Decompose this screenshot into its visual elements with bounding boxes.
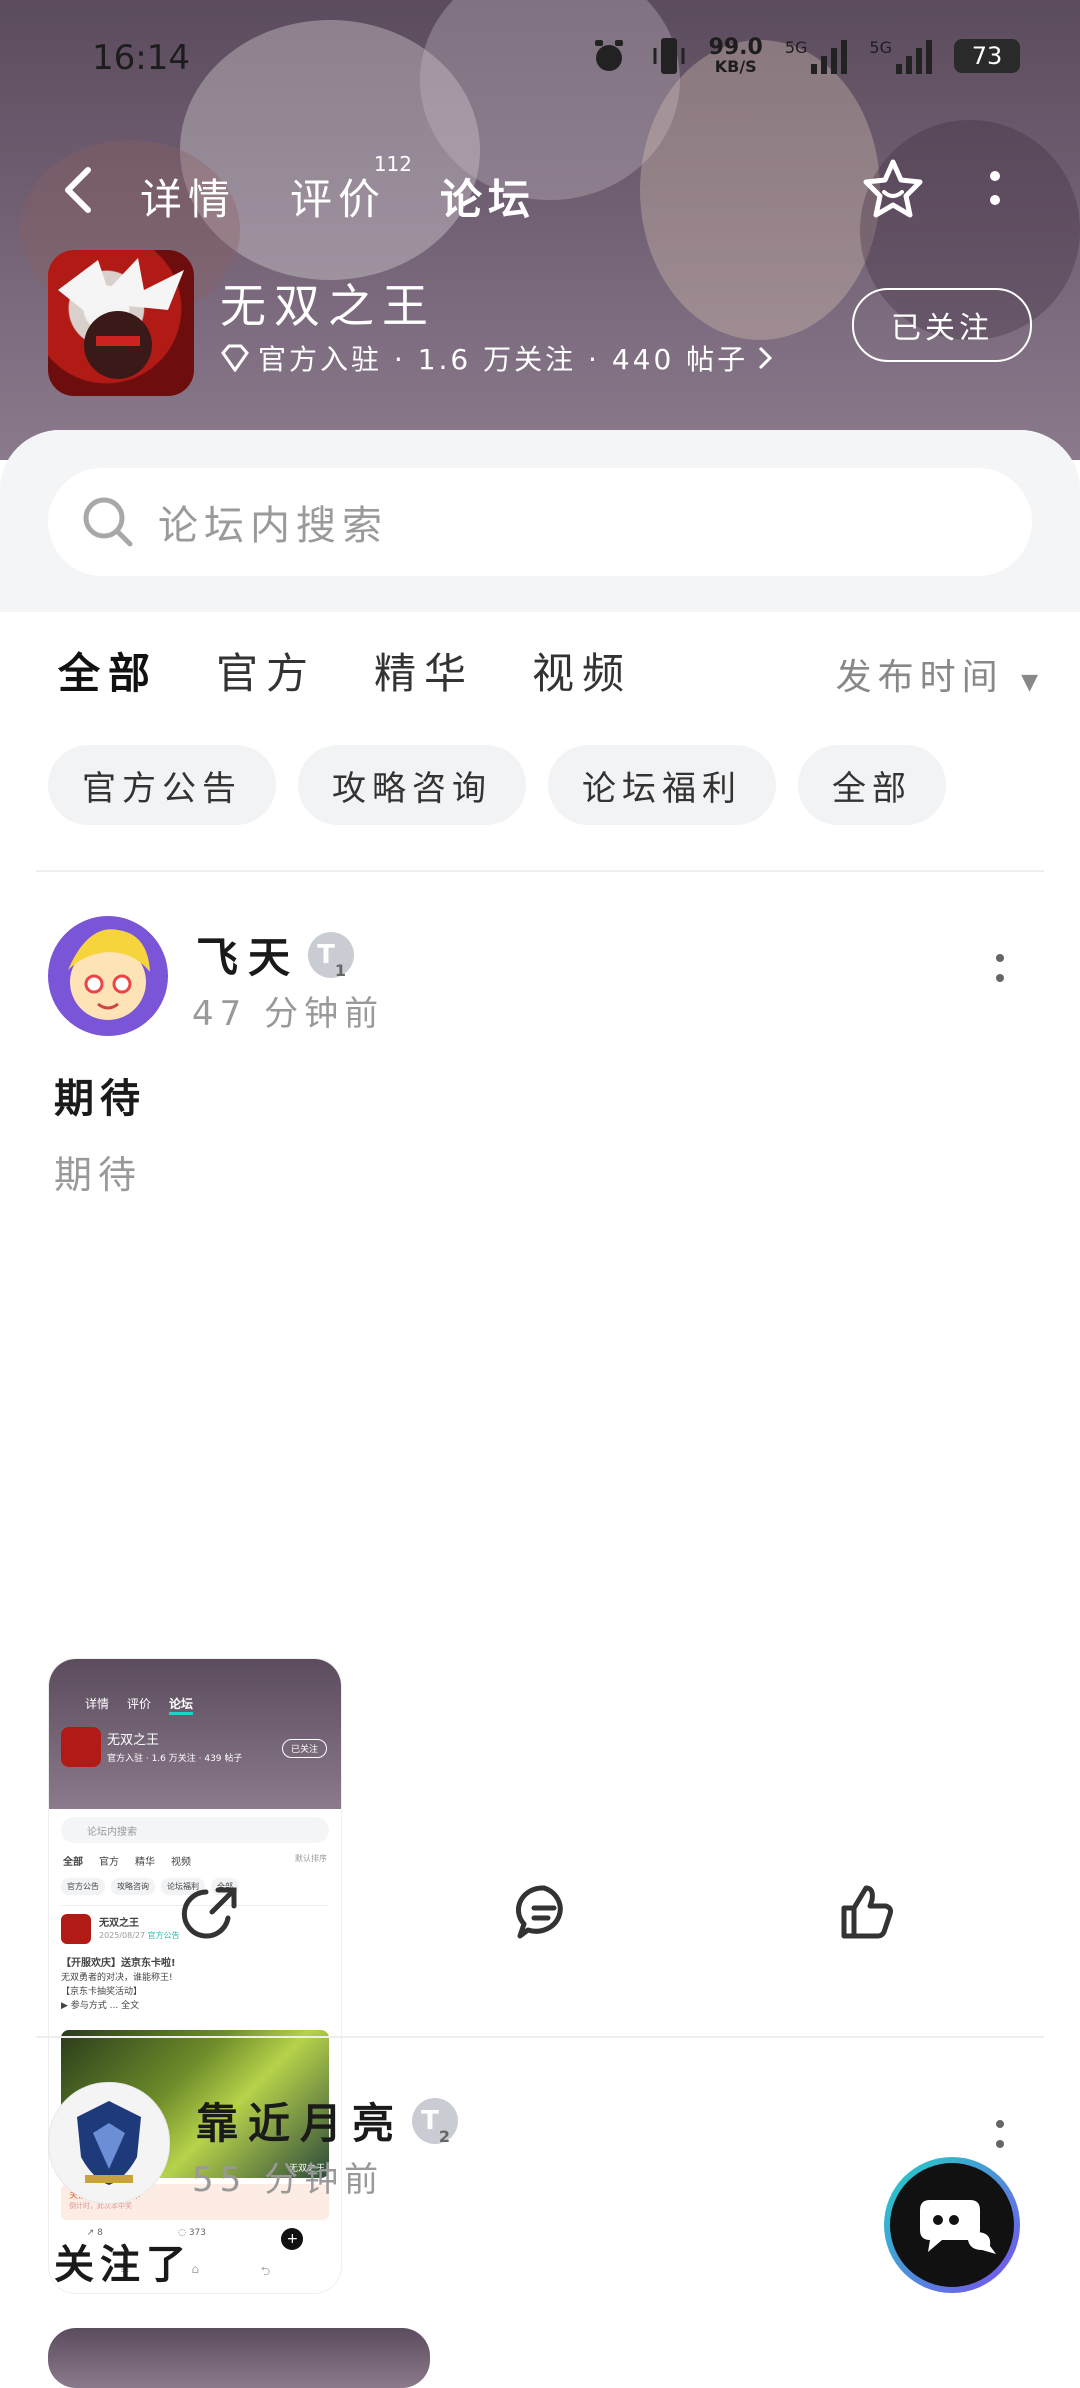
thumb-header: 详情 评价 论坛 无双之王 官方入驻 · 1.6 万关注 · 439 帖子 已关… [49, 1659, 341, 1809]
reviews-count-badge: 112 [373, 152, 413, 176]
comment-icon[interactable] [512, 1880, 576, 1944]
search-area: 论坛内搜索 [0, 430, 1080, 612]
post-author[interactable]: 飞天 T1 [196, 924, 355, 985]
post-image[interactable] [48, 2328, 430, 2388]
divider [36, 870, 1044, 872]
follow-button[interactable]: 已关注 [852, 288, 1032, 362]
caret-down-icon: ▼ [1021, 670, 1044, 695]
signal-sim1-icon: 5G [785, 38, 848, 74]
chip-all[interactable]: 全部 [798, 745, 946, 825]
post-title: 期待 [54, 1076, 146, 1122]
filter-tab-video[interactable]: 视频 [532, 640, 632, 701]
favorite-star-icon[interactable] [860, 156, 926, 222]
chat-fab-icon[interactable] [872, 2150, 1032, 2300]
post-body: 期待 [54, 1153, 143, 1197]
back-icon[interactable] [56, 162, 104, 218]
sort-dropdown[interactable]: 发布时间 ▼ [836, 648, 1044, 700]
alarm-icon [594, 40, 623, 71]
post-author[interactable]: 靠近月亮 T2 [196, 2090, 459, 2151]
chip-benefits[interactable]: 论坛福利 [548, 745, 776, 825]
avatar[interactable] [48, 2082, 170, 2204]
tab-forum[interactable]: 论坛 [440, 166, 537, 233]
post-time: 55 分钟前 [192, 2160, 385, 2200]
search-input[interactable]: 论坛内搜索 [48, 468, 1032, 576]
signal-sim2-icon: 5G [869, 38, 932, 74]
chevron-right-icon [759, 346, 773, 370]
post-time: 47 分钟前 [192, 994, 385, 1034]
search-placeholder: 论坛内搜索 [158, 503, 388, 549]
game-title: 无双之王 [220, 279, 436, 333]
filter-tabs: 全部 官方 精华 视频 发布时间 ▼ [0, 640, 1080, 720]
divider [36, 2036, 1044, 2038]
status-time: 16:14 [92, 38, 190, 78]
avatar[interactable] [48, 916, 168, 1036]
chip-guide[interactable]: 攻略咨询 [298, 745, 526, 825]
filter-tab-all[interactable]: 全部 [58, 640, 158, 701]
game-icon[interactable] [48, 250, 194, 396]
user-level-badge: T2 [412, 2097, 459, 2146]
post-actions [0, 1880, 1080, 1970]
post-more-icon[interactable] [990, 950, 1010, 990]
status-icons: 99.0 KB/S 5G 5G 73 [589, 34, 1020, 78]
chip-official-notice[interactable]: 官方公告 [48, 745, 276, 825]
game-meta[interactable]: 官方入驻 · 1.6 万关注 · 440 帖子 [220, 338, 774, 378]
tab-details[interactable]: 详情 [140, 166, 236, 227]
like-icon[interactable] [834, 1880, 898, 1944]
more-menu-icon[interactable] [980, 164, 1010, 224]
user-level-badge: T1 [308, 931, 355, 980]
tab-reviews[interactable]: 评价 112 [290, 152, 412, 227]
thumb-game-icon [61, 1727, 101, 1767]
status-bar: 16:14 99.0 KB/S 5G 5G 73 [0, 0, 1080, 120]
battery-icon: 73 [954, 39, 1020, 73]
network-speed: 99.0 KB/S [708, 35, 763, 76]
category-chips: 官方公告 攻略咨询 论坛福利 全部 [48, 745, 946, 825]
top-nav: 详情 评价 112 论坛 [0, 150, 1080, 240]
diamond-icon [221, 344, 249, 372]
post-title: 关注了 [54, 2242, 192, 2288]
filter-tab-featured[interactable]: 精华 [374, 640, 474, 701]
vibrate-icon [653, 38, 685, 74]
filter-tab-official[interactable]: 官方 [216, 640, 316, 701]
share-icon[interactable] [178, 1880, 242, 1944]
search-icon [83, 497, 133, 547]
forum-content: 论坛内搜索 全部 官方 精华 视频 发布时间 ▼ 官方公告 攻略咨询 论坛福利 … [0, 430, 1080, 2388]
game-info: 无双之王 官方入驻 · 1.6 万关注 · 440 帖子 已关注 [48, 250, 1048, 400]
